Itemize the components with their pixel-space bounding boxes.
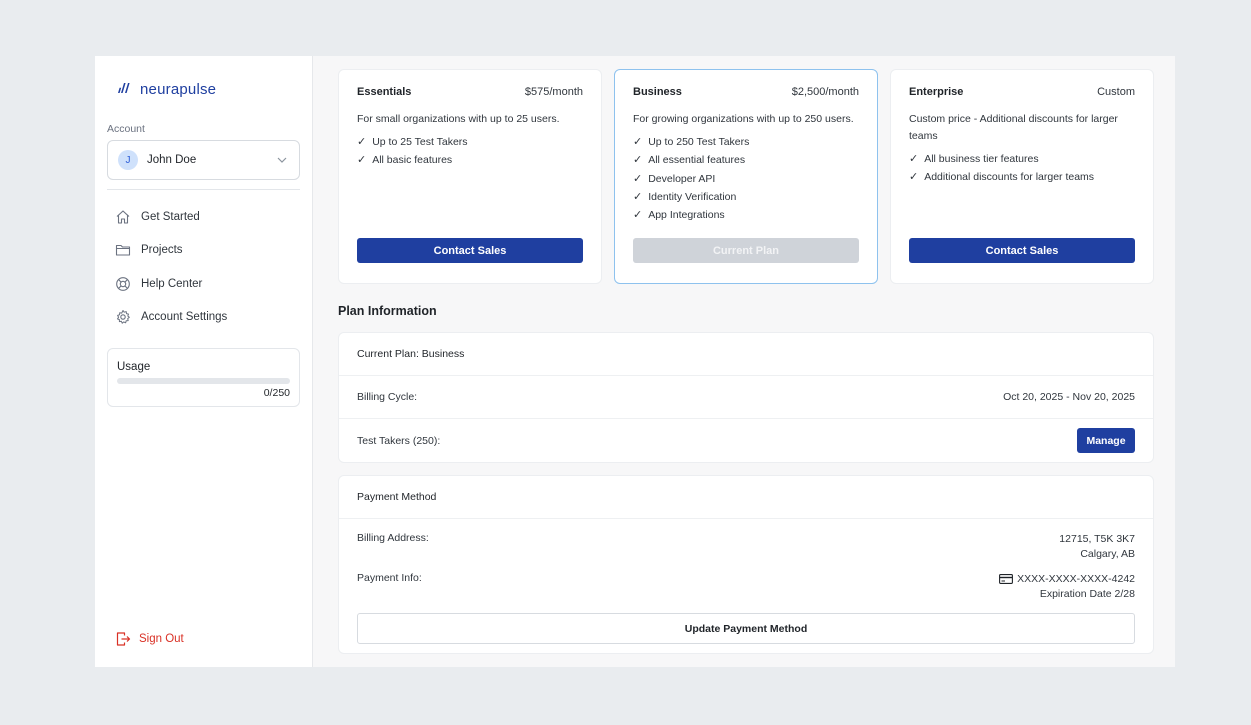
sidebar-item-get-started[interactable]: Get Started	[107, 200, 300, 234]
current-plan-row: Current Plan: Business	[339, 333, 1153, 376]
plan-card-essentials: Essentials $575/month For small organiza…	[338, 69, 602, 284]
feature-item: ✓ Up to 250 Test Takers	[633, 133, 859, 151]
sidebar-item-label: Get Started	[141, 210, 200, 223]
billing-cycle-row: Billing Cycle: Oct 20, 2025 - Nov 20, 20…	[339, 376, 1153, 419]
feature-item: ✓ Developer API	[633, 170, 859, 188]
section-title: Plan Information	[338, 304, 437, 318]
card-expiration: Expiration Date 2/28	[1039, 588, 1135, 600]
contact-sales-button[interactable]: Contact Sales	[909, 238, 1135, 263]
plan-card-business: Business $2,500/month For growing organi…	[614, 69, 878, 284]
plan-cards: Essentials $575/month For small organiza…	[338, 69, 1154, 284]
sign-out-label: Sign Out	[139, 633, 184, 645]
current-plan-button[interactable]: Current Plan	[633, 238, 859, 263]
account-name: John Doe	[147, 154, 197, 166]
manage-button[interactable]: Manage	[1077, 428, 1135, 453]
check-icon: ✓	[357, 136, 367, 148]
credit-card-icon	[999, 574, 1014, 585]
update-payment-method-button[interactable]: Update Payment Method	[357, 613, 1135, 644]
check-icon: ✓	[357, 154, 367, 167]
plan-name: Business	[633, 86, 682, 98]
usage-count: 0/250	[263, 387, 290, 399]
plan-name: Enterprise	[909, 86, 964, 98]
plan-name: Essentials	[357, 86, 412, 98]
usage-title: Usage	[117, 361, 151, 373]
feature-item: ✓ All essential features	[633, 151, 859, 169]
plan-info-card: Current Plan: Business Billing Cycle: Oc…	[338, 332, 1154, 463]
sidebar-item-label: Help Center	[141, 277, 203, 290]
sign-out-button[interactable]: Sign Out	[115, 631, 184, 647]
usage-card: Usage 0/250	[107, 348, 300, 407]
logo-mark-icon	[118, 81, 134, 97]
chevron-down-icon	[277, 157, 287, 163]
check-icon: ✓	[633, 172, 643, 185]
contact-sales-button[interactable]: Contact Sales	[357, 238, 583, 263]
billing-address-line1: 12715, T5K 3K7	[1059, 533, 1135, 545]
divider	[107, 189, 300, 190]
folder-icon	[115, 245, 131, 256]
sidebar-item-projects[interactable]: Projects	[107, 234, 300, 268]
payment-info-row: Payment Info: XXXX-XXXX-XXXX-4242 Expira…	[339, 562, 1153, 602]
feature-list: ✓ Up to 250 Test Takers ✓ All essential fe…	[633, 133, 859, 224]
brand-name: neurapulse	[140, 80, 217, 98]
test-takers-label: Test Takers (250):	[357, 434, 441, 447]
feature-item: ✓ Identity Verification	[633, 188, 859, 206]
billing-cycle-value: Oct 20, 2025 - Nov 20, 2025	[1003, 391, 1135, 403]
payment-method-card: Payment Method Billing Address: 12715, T…	[338, 475, 1154, 654]
check-icon: ✓	[633, 209, 643, 222]
feature-list: ✓ Up to 25 Test Takers ✓ All basic feature…	[357, 133, 583, 170]
sidebar-item-label: Projects	[141, 244, 183, 257]
feature-item: ✓ Up to 25 Test Takers	[357, 133, 583, 151]
avatar: J	[118, 150, 138, 170]
payment-method-title: Payment Method	[357, 491, 437, 503]
sidebar-item-help-center[interactable]: Help Center	[107, 267, 300, 301]
card-number: XXXX-XXXX-XXXX-4242	[1017, 573, 1135, 585]
test-takers-row: Test Takers (250): Manage	[339, 419, 1153, 462]
sidebar-item-label: Account Settings	[141, 311, 228, 324]
feature-item: ✓ Additional discounts for larger teams	[909, 168, 1135, 186]
sidebar-item-account-settings[interactable]: Account Settings	[107, 301, 300, 335]
feature-item: ✓ All basic features	[357, 151, 583, 169]
account-selector[interactable]: J John Doe	[107, 140, 300, 180]
usage-progress-bar	[117, 378, 290, 384]
feature-list: ✓ All business tier features ✓ Additional …	[909, 150, 1135, 187]
home-icon	[116, 210, 130, 224]
check-icon: ✓	[633, 154, 643, 167]
payment-method-header: Payment Method	[339, 476, 1153, 519]
billing-address-row: Billing Address: 12715, T5K 3K7 Calgary,…	[339, 519, 1153, 562]
plan-price: $575/month	[524, 86, 583, 98]
check-icon: ✓	[909, 153, 919, 165]
billing-address-label: Billing Address:	[357, 532, 429, 544]
feature-item: ✓ All business tier features	[909, 150, 1135, 168]
plan-description: Custom price - Additional discounts for …	[909, 113, 1118, 142]
check-icon: ✓	[633, 190, 643, 203]
brand-logo[interactable]: neurapulse	[118, 79, 300, 99]
plan-price: $2,500/month	[791, 86, 859, 98]
check-icon: ✓	[909, 171, 919, 184]
billing-cycle-label: Billing Cycle:	[357, 391, 418, 403]
app-window: neurapulse Account J John Doe Get Starte…	[95, 56, 1175, 667]
plan-description: For growing organizations with up to 250…	[633, 113, 854, 125]
billing-address-line2: Calgary, AB	[1080, 548, 1135, 560]
account-label: Account	[107, 123, 145, 135]
current-plan-label: Current Plan: Business	[357, 348, 465, 360]
plan-description: For small organizations with up to 25 us…	[357, 113, 560, 125]
gear-icon	[117, 310, 130, 324]
main-content: Essentials $575/month For small organiza…	[313, 56, 1175, 667]
payment-info-label: Payment Info:	[357, 572, 422, 584]
lifebuoy-icon	[116, 276, 130, 291]
check-icon: ✓	[633, 136, 643, 148]
plan-price: Custom	[1097, 86, 1135, 98]
sidebar: neurapulse Account J John Doe Get Starte…	[95, 56, 313, 667]
feature-item: ✓ App Integrations	[633, 206, 859, 224]
sign-out-icon	[116, 632, 131, 646]
plan-card-enterprise: Enterprise Custom Custom price - Additio…	[890, 69, 1154, 284]
